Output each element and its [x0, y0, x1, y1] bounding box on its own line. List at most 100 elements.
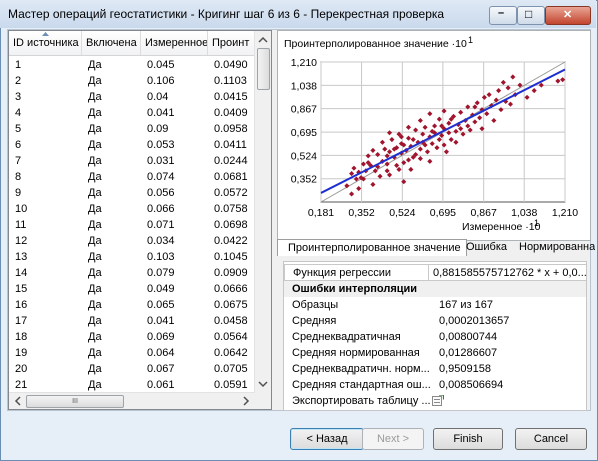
y-tick-label: 1,210	[291, 57, 317, 69]
table-cell: Да	[88, 107, 102, 119]
back-button[interactable]: < Назад	[290, 428, 364, 450]
scroll-up-icon[interactable]	[255, 33, 271, 47]
horizontal-scrollbar[interactable]: III	[9, 392, 255, 409]
export-row[interactable]: Экспортировать таблицу ...	[284, 393, 586, 409]
table-cell: Да	[88, 203, 102, 215]
table-cell: Да	[88, 75, 102, 87]
column-header-measured[interactable]: Измеренное	[141, 31, 208, 55]
grip-icon: III	[72, 398, 78, 405]
table-cell: 2	[15, 75, 22, 87]
x-tick-label: 1,038	[511, 207, 537, 219]
column-header-included[interactable]: Включена	[82, 31, 141, 55]
table-row[interactable]: 8 Да 0.074 0.0681	[9, 169, 259, 185]
table-cell: Да	[88, 251, 102, 263]
statistic-row[interactable]: Среднеквадратичная 0,00800744	[284, 329, 586, 345]
next-button[interactable]: Next >	[362, 428, 424, 450]
table-row[interactable]: 21 Да 0.061 0.0591	[9, 377, 259, 393]
table-row[interactable]: 9 Да 0.056 0.0572	[9, 185, 259, 201]
table-row[interactable]: 16 Да 0.065 0.0675	[9, 297, 259, 313]
table-row[interactable]: 5 Да 0.09 0.0958	[9, 121, 259, 137]
table-row[interactable]: 2 Да 0.106 0.1103	[9, 73, 259, 89]
close-icon: ✕	[563, 9, 573, 21]
table-cell: Да	[88, 235, 102, 247]
statistic-row[interactable]: Средняя 0,0002013657	[284, 313, 586, 329]
scroll-down-icon[interactable]	[255, 377, 271, 391]
scroll-left-icon[interactable]	[11, 393, 25, 409]
table-cell: 4	[15, 107, 22, 119]
table-cell: 1	[15, 59, 22, 71]
table-cell: 3	[15, 91, 22, 103]
scroll-right-icon[interactable]	[239, 393, 253, 409]
table-row[interactable]: 19 Да 0.064 0.0642	[9, 345, 259, 361]
vertical-scrollbar[interactable]	[254, 31, 271, 393]
table-cell: 11	[15, 219, 27, 231]
table-cell: Да	[88, 315, 102, 327]
export-icon[interactable]	[432, 395, 444, 407]
table-row[interactable]: 17 Да 0.041 0.0458	[9, 313, 259, 329]
x-tick-label: 0,695	[430, 207, 456, 219]
x-tick-label: 0,867	[471, 207, 497, 219]
table-cell: 13	[15, 251, 28, 263]
table-cell: Да	[88, 283, 102, 295]
vertical-scroll-thumb[interactable]	[257, 48, 270, 90]
tab-predicted[interactable]: Проинтерполированное значение	[277, 239, 467, 256]
tab-label: Ошибка	[466, 241, 507, 253]
table-row[interactable]: 1 Да 0.045 0.0490	[9, 57, 259, 73]
cancel-button[interactable]: Cancel	[515, 428, 587, 450]
finish-button[interactable]: Finish	[433, 428, 503, 450]
y-tick-label: 0,695	[291, 127, 317, 139]
tab-standardized[interactable]: Нормированна	[513, 239, 595, 255]
table-cell: Да	[88, 91, 102, 103]
tab-error[interactable]: Ошибка	[460, 239, 512, 255]
statistic-row[interactable]: Средняя стандартная ош... 0,008506694	[284, 377, 586, 393]
table-row[interactable]: 14 Да 0.079 0.0909	[9, 265, 259, 281]
column-header-label: Измеренное	[145, 37, 208, 49]
table-row[interactable]: 3 Да 0.04 0.0415	[9, 89, 259, 105]
close-button[interactable]: ✕	[545, 6, 591, 25]
table-row[interactable]: 6 Да 0.053 0.0411	[9, 137, 259, 153]
table-header: ID источника Включена Измеренное Проинт	[9, 31, 271, 56]
statistic-row[interactable]: Среднеквадратичн. норм... 0,9509158	[284, 361, 586, 377]
regression-row[interactable]: Функция регрессии 0,881585575712762 * x …	[284, 264, 586, 281]
table-row[interactable]: 4 Да 0.041 0.0409	[9, 105, 259, 121]
table-cell: 0.067	[147, 363, 175, 375]
table-cell: 0.079	[147, 267, 175, 279]
regression-value[interactable]: 0,881585575712762 * x + 0,0...	[433, 265, 586, 281]
table-cell: 10	[15, 203, 28, 215]
statistic-label: Среднеквадратичн. норм...	[292, 363, 430, 375]
table-cell: 9	[15, 187, 22, 199]
table-row[interactable]: 13 Да 0.103 0.1045	[9, 249, 259, 265]
horizontal-scroll-thumb[interactable]: III	[26, 395, 124, 408]
table-cell: 17	[15, 315, 28, 327]
table-cell: 0.071	[147, 219, 175, 231]
column-header-id[interactable]: ID источника	[9, 31, 82, 55]
table-cell: 12	[15, 235, 28, 247]
table-row[interactable]: 7 Да 0.031 0.0244	[9, 153, 259, 169]
tab-label: Проинтерполированное значение	[288, 242, 461, 254]
cross-validation-table[interactable]: ID источника Включена Измеренное Проинт …	[8, 30, 272, 410]
table-row[interactable]: 20 Да 0.067 0.0705	[9, 361, 259, 377]
statistic-row[interactable]: Образцы 167 из 167	[284, 297, 586, 313]
table-row[interactable]: 18 Да 0.069 0.0564	[9, 329, 259, 345]
maximize-icon: □	[525, 7, 533, 21]
table-cell: 0.064	[147, 347, 175, 359]
table-cell: 0.053	[147, 139, 175, 151]
window-title: Мастер операций геостатистики - Кригинг …	[8, 7, 445, 21]
table-cell: Да	[88, 379, 102, 391]
statistic-row[interactable]: Средняя нормированная 0,01286607	[284, 345, 586, 361]
table-cell: 0.04	[147, 91, 169, 103]
maximize-button[interactable]: □	[517, 6, 545, 25]
y-axis-label: Проинтерполированное значение ·10	[284, 38, 467, 50]
scrollbar-corner	[255, 393, 271, 409]
title-bar: Мастер операций геостатистики - Кригинг …	[0, 0, 596, 28]
table-cell: Да	[88, 267, 102, 279]
statistic-value: 0,9509158	[439, 363, 491, 375]
x-tick-label: 0,352	[348, 207, 374, 219]
table-row[interactable]: 15 Да 0.049 0.0666	[9, 281, 259, 297]
table-row[interactable]: 11 Да 0.071 0.0698	[9, 217, 259, 233]
table-row[interactable]: 10 Да 0.066 0.0758	[9, 201, 259, 217]
table-row[interactable]: 12 Да 0.034 0.0422	[9, 233, 259, 249]
y-tick-label: 0,352	[291, 174, 317, 186]
table-cell: Да	[88, 155, 102, 167]
minimize-button[interactable]: –	[489, 6, 517, 25]
